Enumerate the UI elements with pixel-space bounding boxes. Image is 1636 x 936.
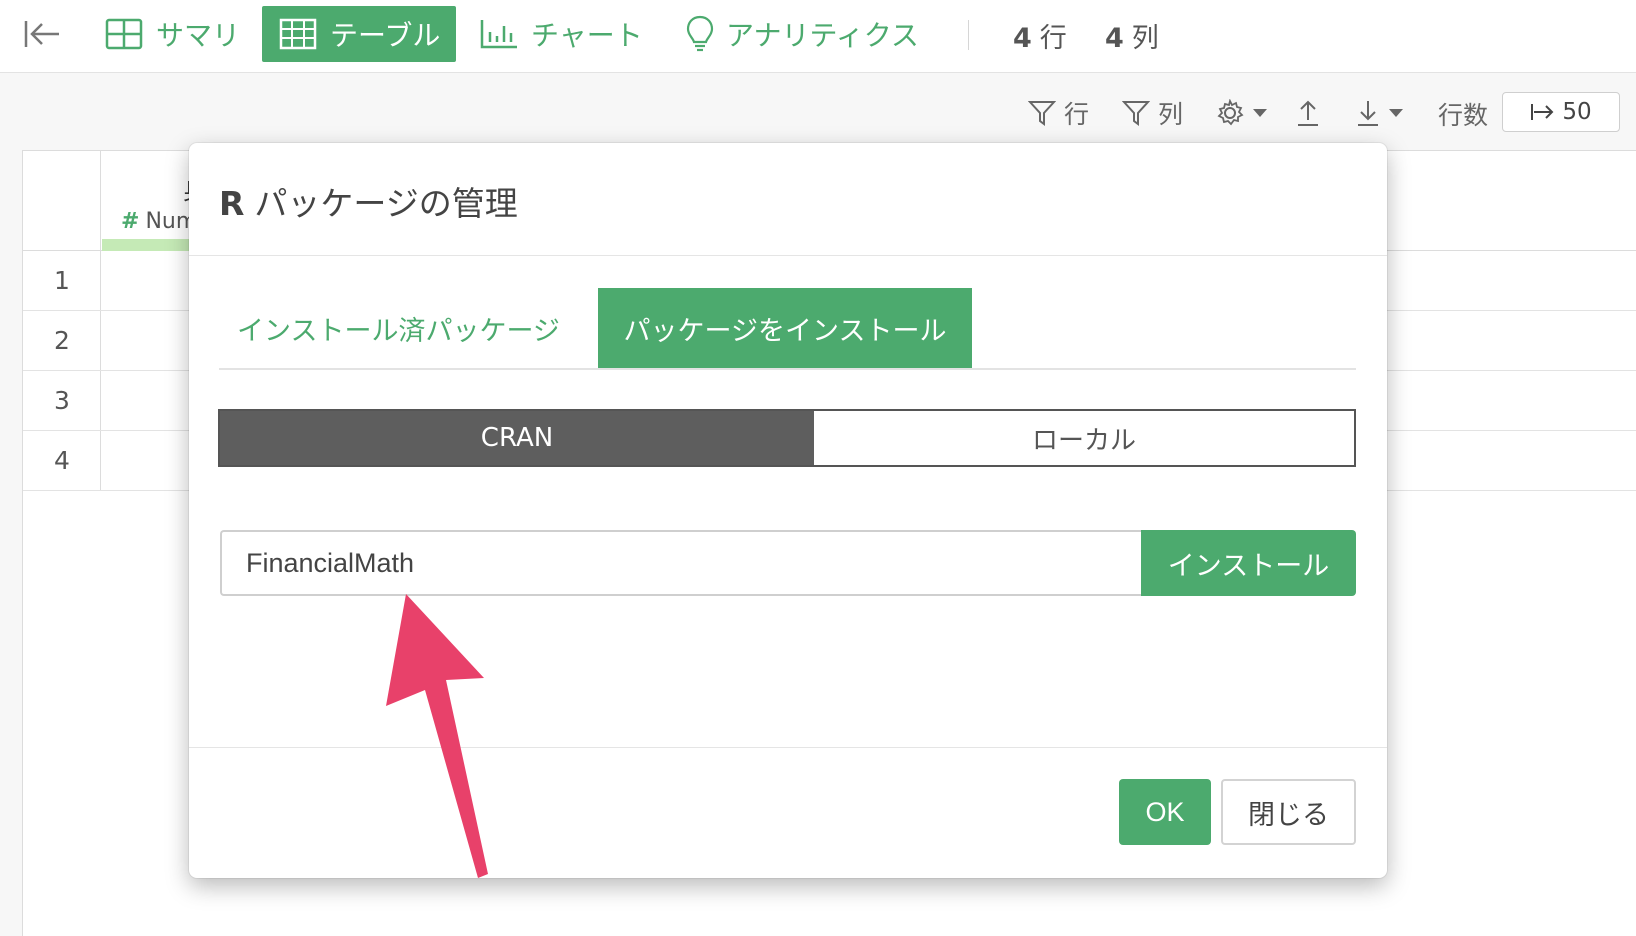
view-analytics-label: アナリティクス [726,19,919,52]
filter-rows-button[interactable]: 行 [1028,92,1089,134]
tab-install-package-label: パッケージをインストール [623,315,947,347]
row-number: 3 [54,386,70,415]
download-dropdown[interactable] [1356,92,1404,134]
tab-underline [219,368,1356,370]
view-summary-button[interactable]: サマリ [88,6,256,62]
filter-icon [1028,101,1056,126]
install-button-label: インストール [1167,550,1330,582]
column-count-unit: 列 [1131,23,1159,54]
dialog-header-divider [189,255,1387,256]
gear-icon [1217,99,1244,126]
download-arrow-icon [1358,101,1378,126]
filter-rows-label: 行 [1064,100,1090,129]
number-type-icon: # [121,209,140,234]
view-analytics-button[interactable]: アナリティクス [670,6,935,62]
top-toolbar: サマリ テーブル チャート アナリティクス 4行 4 列 [0,0,1636,73]
collapse-left-icon[interactable] [20,14,64,54]
view-table-label: テーブル [330,19,441,52]
settings-dropdown[interactable] [1216,92,1268,134]
row-count: 4行 [1013,16,1067,55]
export-button[interactable] [1296,92,1320,134]
dialog-title: R パッケージの管理 [219,177,518,225]
row-number: 2 [54,326,70,355]
dialog-title-text: パッケージの管理 [254,184,518,223]
dialog-title-prefix: R [219,184,245,223]
view-chart-label: チャート [531,19,643,52]
r-package-dialog: R パッケージの管理 インストール済パッケージ パッケージをインストール CRAN… [189,143,1387,878]
arrow-right-bar-icon [1531,104,1554,120]
source-cran-label: CRAN [480,423,554,453]
source-selector: CRAN ローカル [218,409,1356,467]
install-button[interactable]: インストール [1141,530,1356,596]
caret-down-icon [1253,109,1267,117]
tab-installed-packages-label: インストール済パッケージ [237,315,560,347]
upload-arrow-icon [1298,100,1318,126]
source-cran-option[interactable]: CRAN [220,411,814,465]
row-count-unit: 行 [1039,23,1067,54]
row-number: 1 [54,266,70,295]
view-summary-label: サマリ [156,19,241,52]
toolbar-divider [968,20,969,50]
rows-limit-value: 50 [1562,99,1592,125]
row-number: 4 [54,446,70,475]
column-type: # Num [121,209,197,234]
ok-button-label: OK [1145,796,1185,827]
source-local-label: ローカル [1031,425,1136,456]
source-local-option[interactable]: ローカル [814,411,1354,465]
dialog-footer-divider [189,747,1387,748]
filter-columns-button[interactable]: 列 [1122,92,1183,134]
view-chart-button[interactable]: チャート [463,6,659,62]
rows-label: 行数 [1438,101,1489,130]
package-name-input[interactable] [220,530,1141,596]
close-button-label: 閉じる [1248,799,1329,831]
caret-down-icon [1389,109,1403,117]
table-icon [279,18,317,50]
filter-columns-label: 列 [1158,100,1184,129]
summary-grid-icon [105,18,143,50]
lightbulb-icon [686,15,714,52]
rows-limit-input[interactable]: 50 [1502,92,1620,132]
filter-icon [1122,101,1150,126]
bar-chart-icon [480,20,517,49]
column-count-value: 4 [1105,23,1124,54]
close-button[interactable]: 閉じる [1221,779,1356,845]
row-count-value: 4 [1013,23,1032,54]
column-count: 4列 [1105,16,1159,55]
ok-button[interactable]: OK [1119,779,1211,845]
view-table-button[interactable]: テーブル [262,6,456,62]
tab-install-package[interactable]: パッケージをインストール [598,288,972,368]
tab-installed-packages[interactable]: インストール済パッケージ [219,288,578,368]
